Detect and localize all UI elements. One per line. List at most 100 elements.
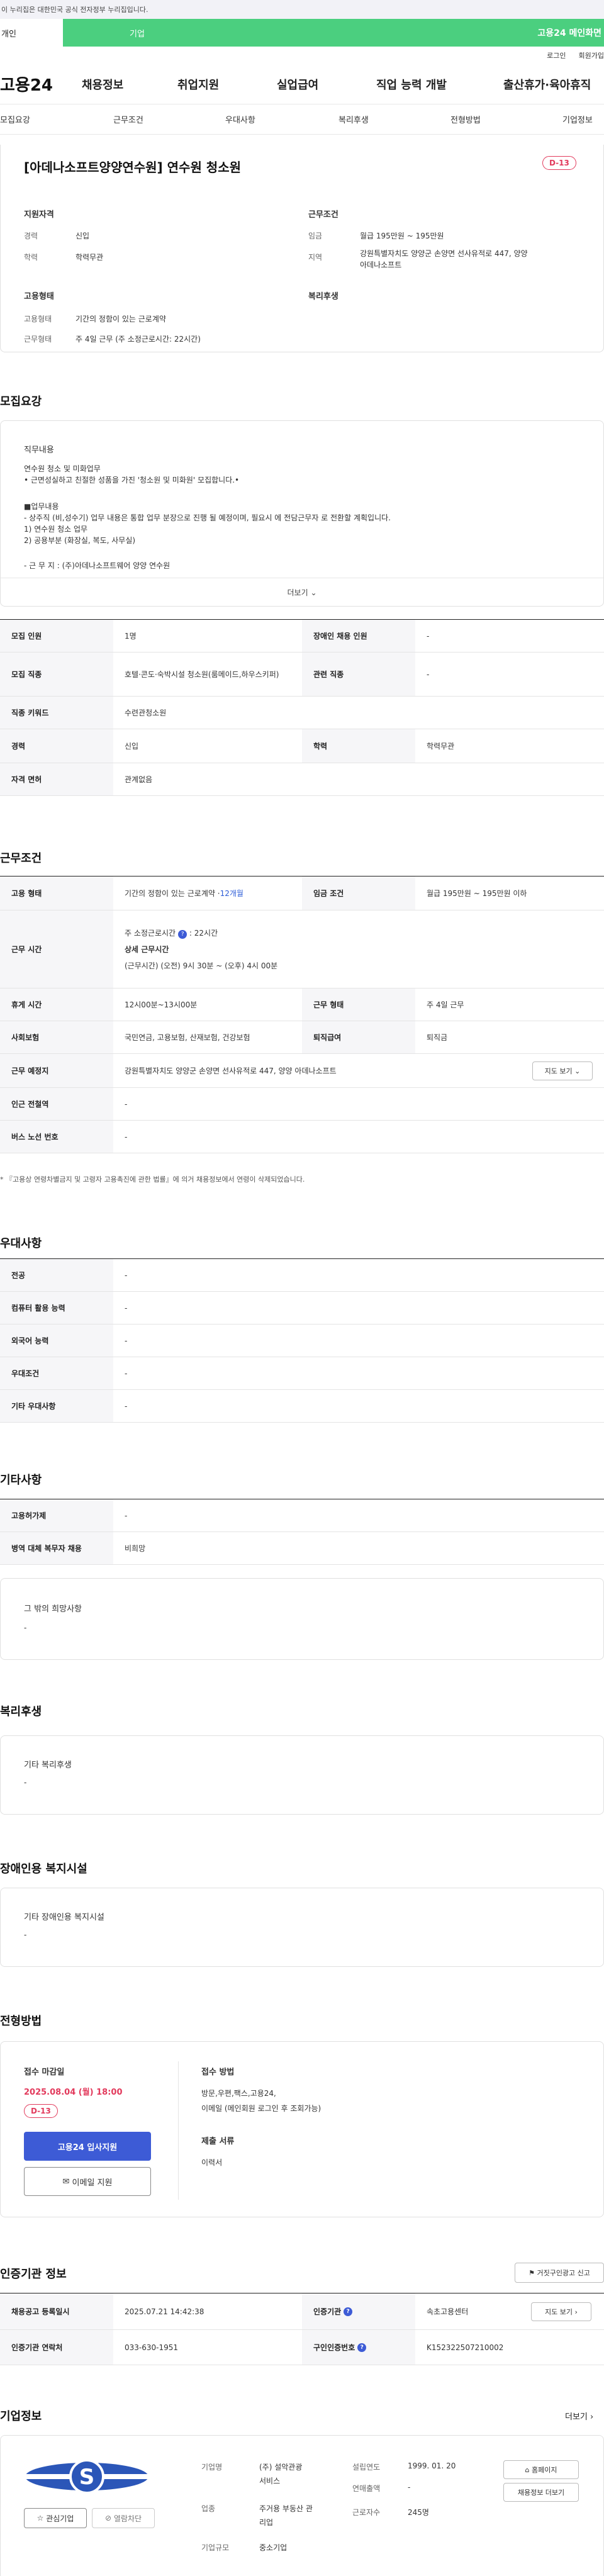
- flag-icon: ⚑: [528, 2268, 535, 2277]
- brand-home-link[interactable]: 고용24 메인화면: [537, 26, 601, 39]
- table-value: -: [427, 631, 430, 641]
- career-key: 경력: [24, 232, 38, 240]
- table-row: 고용허가제 -: [0, 1499, 604, 1532]
- tab-company-info[interactable]: 기업정보: [562, 113, 593, 125]
- table-key: 사회보험: [0, 1021, 113, 1053]
- more-button[interactable]: 더보기 ⌄: [0, 578, 604, 607]
- apply-button[interactable]: 고용24 입사지원: [24, 2132, 151, 2161]
- job-desc-line-0: 연수원 청소 및 미화업무: [24, 464, 101, 473]
- org-key: 인증기관: [313, 2307, 342, 2316]
- job-desc-line-4: - 상주직 (비,성수기) 업무 내용은 통합 업무 분장으로 진행 될 예정이…: [24, 513, 391, 522]
- table-value: 신입: [125, 741, 139, 751]
- block-button[interactable]: ⊘ 열람차단: [92, 2508, 155, 2528]
- gnb-item-leave[interactable]: 출산휴가·육아휴직: [503, 76, 591, 92]
- info-icon[interactable]: ?: [178, 929, 187, 939]
- utility-menu: 로그인 회원가입: [0, 47, 604, 64]
- table-key: 퇴직급여: [302, 1021, 415, 1053]
- others-box-title: 그 밖의 희망사항: [24, 1604, 82, 1614]
- docs-value: 이력서: [201, 2158, 223, 2167]
- login-link[interactable]: 로그인: [547, 50, 566, 60]
- others-section-title: 기타사항: [0, 1474, 42, 1487]
- gnb-item-unemployment[interactable]: 실업급여: [277, 76, 318, 92]
- wage-value: 월급 195만원 ~ 195만원: [360, 232, 444, 240]
- global-nav: 고용24 채용정보 취업지원 실업급여 직업 능력 개발 출산휴가·육아휴직: [0, 64, 604, 104]
- company-more-link[interactable]: 더보기 ›: [565, 2410, 593, 2422]
- tab-personal[interactable]: 개인: [0, 19, 63, 47]
- company-jobs-button[interactable]: 채용정보 더보기: [503, 2483, 579, 2502]
- conditions-table: 고용 형태 기간의 정함이 있는 근로계약 · 12개월 임금 조건 월급 19…: [0, 876, 604, 1153]
- site-logo[interactable]: 고용24: [0, 72, 85, 96]
- deadline-label: 접수 마감일: [24, 2068, 65, 2077]
- table-value: 강원특별자치도 양양군 손양면 선사유적로 447, 양양 아데나소프트: [125, 1066, 337, 1075]
- employment-label: 고용형태: [24, 292, 54, 301]
- job-title: [아데나소프트양양연수원] 연수원 청소원: [24, 160, 242, 175]
- svg-text:S: S: [79, 2465, 95, 2490]
- disability-box-title: 기타 장애인용 복지시설: [24, 1913, 104, 1922]
- signup-link[interactable]: 회원가입: [579, 50, 604, 60]
- hours-label: 주 소정근로시간: [125, 928, 176, 938]
- agency-table: 채용공고 등록일시 2025.07.21 14:42:38 인증기관? 속초고용…: [0, 2293, 604, 2365]
- tab-conditions[interactable]: 근무조건: [113, 113, 143, 125]
- table-row: 모집 인원 1명 장애인 채용 인원 -: [0, 620, 604, 652]
- table-value: -: [125, 1099, 128, 1109]
- homepage-button[interactable]: ⌂ 홈페이지: [503, 2460, 579, 2479]
- welfare-box-value: -: [24, 1778, 27, 1787]
- age-note: * 『고용상 연령차별금지 및 고령자 고용촉진에 관한 법률』에 의거 채용정…: [0, 1175, 305, 1184]
- map-button[interactable]: 지도 보기 ⌄: [532, 1061, 593, 1080]
- welfare-label: 복리후생: [308, 292, 338, 301]
- table-row: 버스 노선 번호 -: [0, 1121, 604, 1153]
- company-jobs-label: 채용정보 더보기: [517, 2489, 565, 2497]
- docs-label: 제출 서류: [201, 2137, 235, 2146]
- tab-recruit[interactable]: 모집요강: [0, 113, 30, 125]
- table-key: 인증기관 연락처: [0, 2330, 113, 2365]
- homepage-label: 홈페이지: [532, 2466, 557, 2474]
- tab-preference[interactable]: 우대사항: [225, 113, 255, 125]
- table-row: 휴게 시간 12시00분~13시00분 근무 형태 주 4일 근무: [0, 988, 604, 1021]
- info-icon[interactable]: ?: [357, 2343, 367, 2352]
- region-value-1: 강원특별자치도 양양군 손양면 선사유적로 447, 양양: [360, 249, 528, 258]
- info-icon[interactable]: ?: [344, 2307, 353, 2316]
- tab-company[interactable]: 기업 고용24 메인화면: [63, 19, 604, 47]
- agency-map-button[interactable]: 지도 보기 ›: [531, 2302, 591, 2321]
- tab-process[interactable]: 전형방법: [450, 113, 481, 125]
- company-name-value-1: (주) 설악관광: [259, 2463, 303, 2472]
- method-value-1: 방문,우편,팩스,고용24,: [201, 2089, 276, 2098]
- employees-key: 근로자수: [352, 2508, 381, 2517]
- report-button[interactable]: ⚑ 거짓구인광고 신고: [515, 2263, 604, 2283]
- table-value: 월급 195만원 ~ 195만원 이하: [427, 888, 527, 898]
- email-apply-button[interactable]: ✉ 이메일 지원: [24, 2167, 151, 2196]
- disability-box: [0, 1888, 604, 1967]
- chevron-down-icon: ⌄: [310, 588, 317, 597]
- gnb-item-training[interactable]: 직업 능력 개발: [376, 76, 447, 92]
- gnb-item-jobs[interactable]: 채용정보: [82, 76, 123, 92]
- block-icon: ⊘: [104, 2514, 112, 2523]
- table-row: 자격 면허 관계없음: [0, 763, 604, 796]
- region-key: 지역: [308, 253, 323, 262]
- table-key: 경력: [0, 729, 113, 763]
- table-key: 고용 형태: [0, 876, 113, 910]
- table-value: 1명: [125, 631, 137, 641]
- job-desc-line-6: 2) 공용부분 (화장실, 복도, 사무실): [24, 536, 136, 545]
- site-tabs: 개인 기업 고용24 메인화면: [0, 19, 604, 47]
- table-row: 고용 형태 기간의 정함이 있는 근로계약 · 12개월 임금 조건 월급 19…: [0, 876, 604, 910]
- map-button-label: 지도 보기: [545, 2308, 573, 2316]
- sales-value: -: [408, 2483, 411, 2492]
- table-key: 구인인증번호?: [302, 2330, 415, 2365]
- others-box-value: -: [24, 1623, 27, 1632]
- interest-company-button[interactable]: ☆ 관심기업: [24, 2508, 87, 2528]
- table-key: 병역 대체 복무자 채용: [0, 1532, 113, 1564]
- tab-welfare[interactable]: 복리후생: [338, 113, 369, 125]
- gnb-item-employment[interactable]: 취업지원: [177, 76, 219, 92]
- disability-box-value: -: [24, 1930, 27, 1939]
- conditions-section-title: 근무조건: [0, 852, 42, 865]
- worktype-value: 주 4일 근무 (주 소정근로시간: 22시간): [76, 335, 201, 344]
- table-value: 퇴직금: [427, 1033, 448, 1042]
- welfare-box: [0, 1735, 604, 1815]
- table-row: 사회보험 국민연금, 고용보험, 산재보험, 건강보험 퇴직급여 퇴직금: [0, 1021, 604, 1054]
- section-tabs: 모집요강 근무조건 우대사항 복리후생 전형방법 기업정보: [0, 104, 604, 135]
- est-value: 1999. 01. 20: [408, 2461, 456, 2470]
- block-label: 열람차단: [113, 2514, 142, 2523]
- report-label: 거짓구인광고 신고: [537, 2269, 590, 2277]
- table-value: 수련관청소원: [125, 708, 167, 717]
- conditions-label: 근무조건: [308, 210, 338, 220]
